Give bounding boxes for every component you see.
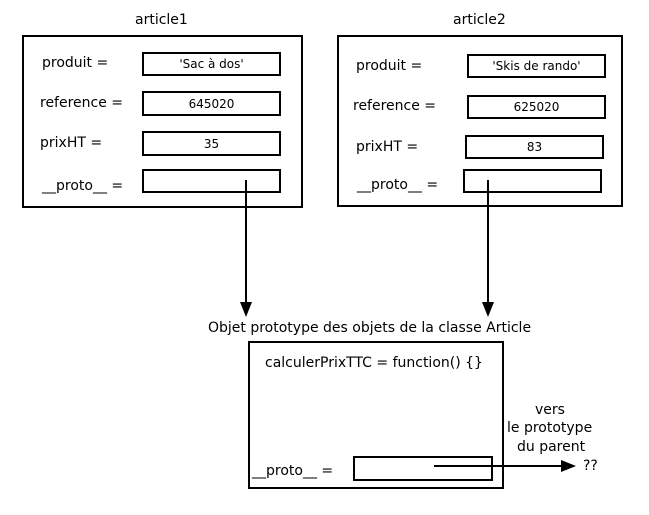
arrow-article1-to-prototype	[240, 180, 252, 317]
arrow-prototype-to-parent	[434, 460, 576, 472]
arrows-layer	[240, 180, 576, 472]
arrow-article2-to-prototype	[482, 180, 494, 317]
